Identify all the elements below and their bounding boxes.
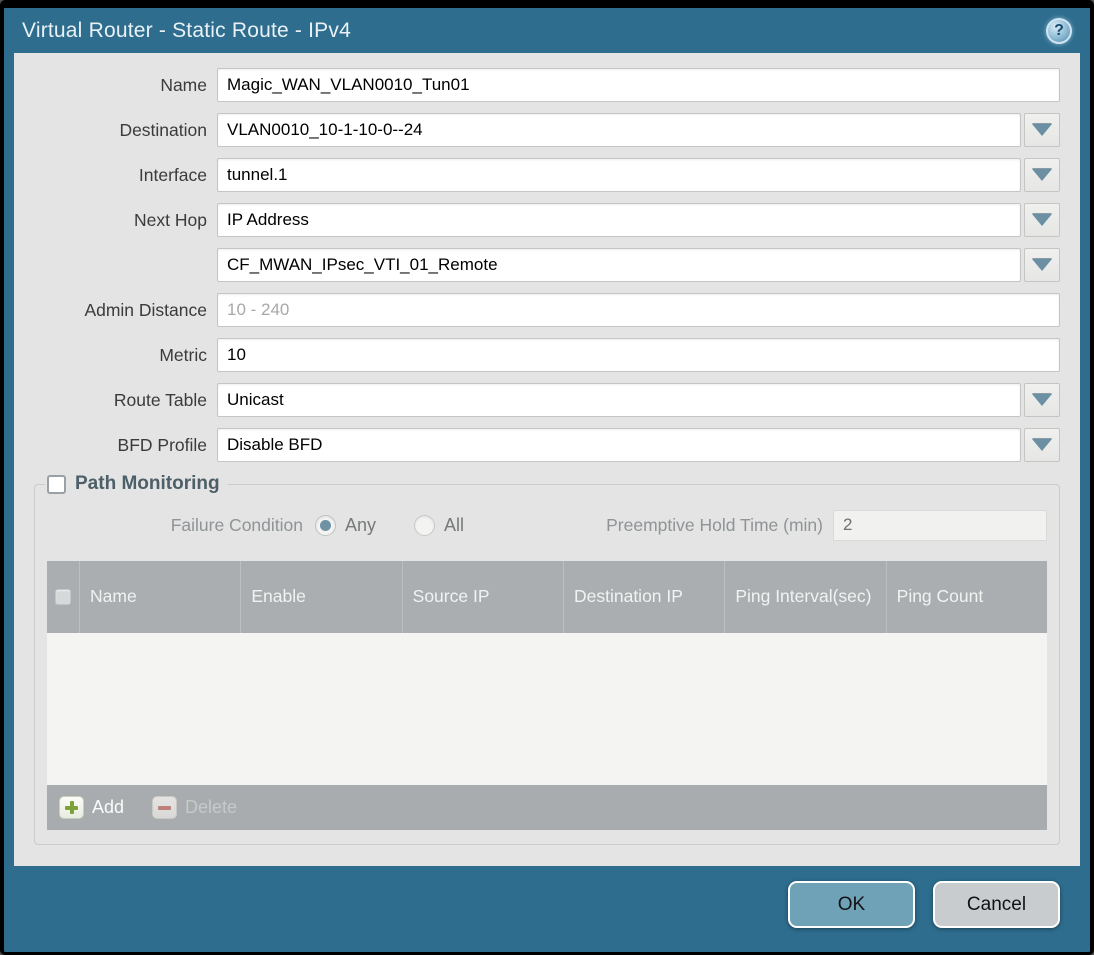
table-header-ping-count[interactable]: Ping Count bbox=[887, 561, 1047, 633]
delete-button-label: Delete bbox=[185, 797, 238, 817]
select-all-checkbox[interactable] bbox=[55, 589, 71, 605]
chevron-down-icon bbox=[1032, 439, 1052, 451]
table-header-ping-interval[interactable]: Ping Interval(sec) bbox=[725, 561, 887, 633]
form-row-admin-distance: Admin Distance bbox=[34, 293, 1060, 327]
next-hop-type-dropdown-button[interactable] bbox=[1024, 203, 1060, 237]
form-row-next-hop-address bbox=[34, 248, 1060, 282]
form-row-metric: Metric bbox=[34, 338, 1060, 372]
cancel-button[interactable]: Cancel bbox=[933, 881, 1060, 928]
dialog-titlebar: Virtual Router - Static Route - IPv4 ? bbox=[4, 8, 1090, 53]
chevron-down-icon bbox=[1032, 169, 1052, 181]
interface-dropdown-button[interactable] bbox=[1024, 158, 1060, 192]
interface-label: Interface bbox=[138, 164, 207, 185]
route-table-input[interactable] bbox=[217, 383, 1021, 417]
failure-condition-row: Failure Condition Any All Preemptive Hol… bbox=[47, 503, 1047, 547]
form-row-destination: Destination bbox=[34, 113, 1060, 147]
table-body-empty bbox=[47, 633, 1047, 785]
destination-dropdown-button[interactable] bbox=[1024, 113, 1060, 147]
radio-all-icon[interactable] bbox=[414, 514, 436, 536]
path-monitoring-title: Path Monitoring bbox=[75, 473, 220, 494]
metric-input[interactable] bbox=[217, 338, 1060, 372]
plus-icon bbox=[59, 796, 84, 819]
radio-any-label: Any bbox=[345, 514, 377, 535]
form-panel: Name Destination Interface Next Hop Admi… bbox=[14, 53, 1080, 866]
path-monitoring-legend: Path Monitoring bbox=[45, 473, 228, 495]
table-header-name[interactable]: Name bbox=[80, 561, 242, 633]
next-hop-address-input[interactable] bbox=[217, 248, 1021, 282]
bfd-profile-label: BFD Profile bbox=[117, 434, 207, 455]
chevron-down-icon bbox=[1032, 394, 1052, 406]
add-button-label: Add bbox=[92, 797, 125, 817]
preemptive-hold-time-label: Preemptive Hold Time (min) bbox=[606, 514, 823, 535]
form-row-bfd-profile: BFD Profile bbox=[34, 428, 1060, 462]
chevron-down-icon bbox=[1032, 124, 1052, 136]
path-monitoring-checkbox[interactable] bbox=[47, 474, 66, 494]
interface-input[interactable] bbox=[217, 158, 1021, 192]
table-header-source-ip[interactable]: Source IP bbox=[403, 561, 564, 633]
chevron-down-icon bbox=[1032, 214, 1052, 226]
failure-condition-label: Failure Condition bbox=[170, 514, 303, 535]
dialog-title: Virtual Router - Static Route - IPv4 bbox=[22, 18, 351, 42]
next-hop-label: Next Hop bbox=[134, 209, 207, 230]
radio-all-label: All bbox=[444, 514, 465, 535]
failure-condition-any-option[interactable]: Any bbox=[315, 514, 377, 536]
path-monitoring-fieldset: Path Monitoring Failure Condition Any Al… bbox=[34, 473, 1060, 845]
chevron-down-icon bbox=[1032, 259, 1052, 271]
minus-icon bbox=[152, 796, 178, 819]
radio-any-icon[interactable] bbox=[315, 514, 336, 536]
metric-label: Metric bbox=[159, 344, 207, 365]
table-header-select-all[interactable] bbox=[47, 561, 80, 633]
dialog-footer: OK Cancel bbox=[4, 866, 1090, 952]
name-label: Name bbox=[160, 74, 207, 95]
route-table-dropdown-button[interactable] bbox=[1024, 383, 1060, 417]
static-route-dialog: Virtual Router - Static Route - IPv4 ? N… bbox=[0, 0, 1094, 955]
destination-input[interactable] bbox=[217, 113, 1021, 147]
preemptive-hold-time-input[interactable] bbox=[833, 509, 1047, 541]
name-input[interactable] bbox=[217, 68, 1060, 102]
help-icon[interactable]: ? bbox=[1046, 17, 1072, 44]
destination-label: Destination bbox=[119, 119, 207, 140]
admin-distance-input[interactable] bbox=[217, 293, 1060, 327]
table-header-row: Name Enable Source IP Destination IP Pin… bbox=[47, 561, 1047, 633]
table-header-enable[interactable]: Enable bbox=[241, 561, 403, 633]
add-button[interactable]: Add bbox=[59, 796, 124, 819]
form-row-next-hop: Next Hop bbox=[34, 203, 1060, 237]
table-header-destination-ip[interactable]: Destination IP bbox=[564, 561, 726, 633]
next-hop-address-dropdown-button[interactable] bbox=[1024, 248, 1060, 282]
delete-button[interactable]: Delete bbox=[152, 796, 237, 819]
admin-distance-label: Admin Distance bbox=[84, 299, 207, 320]
form-row-route-table: Route Table bbox=[34, 383, 1060, 417]
route-table-label: Route Table bbox=[113, 389, 207, 410]
bfd-profile-dropdown-button[interactable] bbox=[1024, 428, 1060, 462]
bfd-profile-input[interactable] bbox=[217, 428, 1021, 462]
path-monitoring-table: Name Enable Source IP Destination IP Pin… bbox=[47, 561, 1047, 830]
form-row-interface: Interface bbox=[34, 158, 1060, 192]
next-hop-type-input[interactable] bbox=[217, 203, 1021, 237]
ok-button[interactable]: OK bbox=[788, 881, 915, 928]
form-row-name: Name bbox=[34, 68, 1060, 102]
table-toolbar: Add Delete bbox=[47, 785, 1047, 830]
failure-condition-all-option[interactable]: All bbox=[414, 514, 465, 536]
